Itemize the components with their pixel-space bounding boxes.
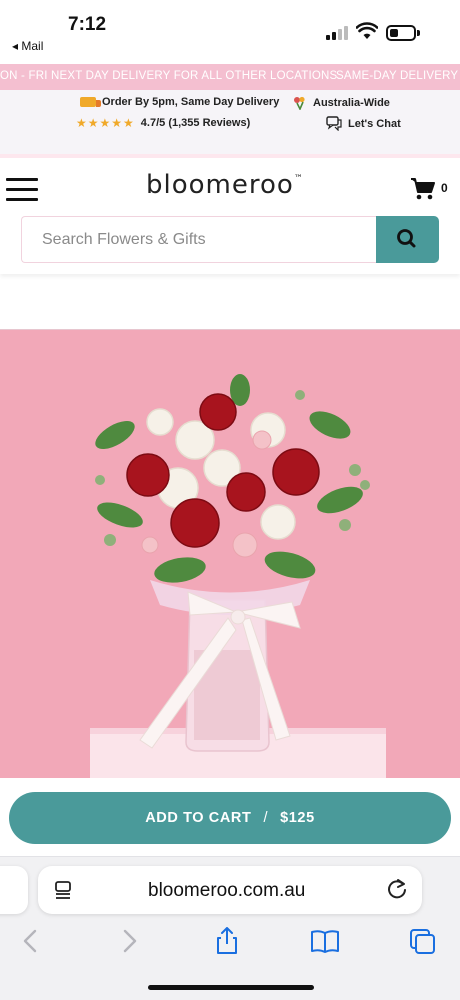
share-icon[interactable]: [212, 927, 242, 955]
back-to-mail-link[interactable]: ◂ Mail: [12, 39, 43, 53]
hamburger-menu-icon[interactable]: [6, 178, 38, 202]
logo-trademark: ™: [293, 174, 304, 185]
home-indicator[interactable]: [148, 985, 314, 990]
reload-icon[interactable]: [386, 878, 408, 900]
bouquet-illustration: [0, 330, 460, 778]
usp-band: Order By 5pm, Same Day Delivery Australi…: [0, 90, 460, 154]
forward-icon[interactable]: [114, 927, 144, 955]
status-time: 7:12: [68, 14, 107, 35]
cart-count: 0: [441, 181, 448, 195]
chat-text: Let's Chat: [348, 117, 401, 130]
announcement-ticker: ON - FRI NEXT DAY DELIVERY FOR ALL OTHER…: [0, 64, 460, 90]
search-icon: [397, 229, 416, 248]
wifi-icon: [356, 22, 378, 39]
chat-icon: [326, 116, 342, 131]
ticker-text: SAME-DAY DELIVERY 7: [336, 70, 460, 82]
rating-item[interactable]: ★★★★★ 4.7/5 (1,355 Reviews): [76, 116, 250, 130]
logo-text: bloomeroo: [146, 170, 294, 200]
site-logo[interactable]: bloomeroo™: [146, 170, 304, 200]
search-field[interactable]: [21, 216, 381, 263]
truck-icon: [80, 97, 101, 107]
product-price: $125: [280, 810, 315, 826]
order-by-text: Order By 5pm, Same Day Delivery: [102, 96, 280, 108]
chat-link[interactable]: Let's Chat: [326, 116, 401, 131]
search-button[interactable]: [376, 216, 439, 263]
battery-icon: [386, 25, 420, 41]
rating-text: 4.7/5 (1,355 Reviews): [140, 117, 251, 129]
previous-tab-peek[interactable]: [0, 866, 28, 914]
cart-icon[interactable]: [410, 177, 436, 201]
status-bar: 7:12 ◂ Mail: [0, 0, 460, 64]
add-to-cart-label: ADD TO CART: [145, 810, 252, 826]
page-menu-icon[interactable]: [54, 880, 74, 900]
price-separator: /: [263, 810, 269, 826]
rating-stars-icon: ★★★★★: [76, 116, 135, 130]
search-input[interactable]: [22, 217, 381, 262]
coverage-text: Australia-Wide: [313, 97, 390, 109]
flowers-icon: [294, 96, 305, 110]
ticker-text: ON - FRI NEXT DAY DELIVERY FOR ALL OTHER…: [0, 70, 341, 82]
product-image: [0, 329, 460, 778]
order-by-item: Order By 5pm, Same Day Delivery: [80, 96, 279, 108]
tabs-icon[interactable]: [408, 927, 438, 955]
cellular-signal-icon: [326, 26, 350, 40]
url-text[interactable]: bloomeroo.com.au: [148, 880, 305, 902]
coverage-item: Australia-Wide: [293, 96, 390, 110]
add-to-cart-button[interactable]: ADD TO CART / $125: [9, 792, 451, 844]
back-icon[interactable]: [16, 927, 46, 955]
bookmarks-icon[interactable]: [310, 927, 340, 955]
